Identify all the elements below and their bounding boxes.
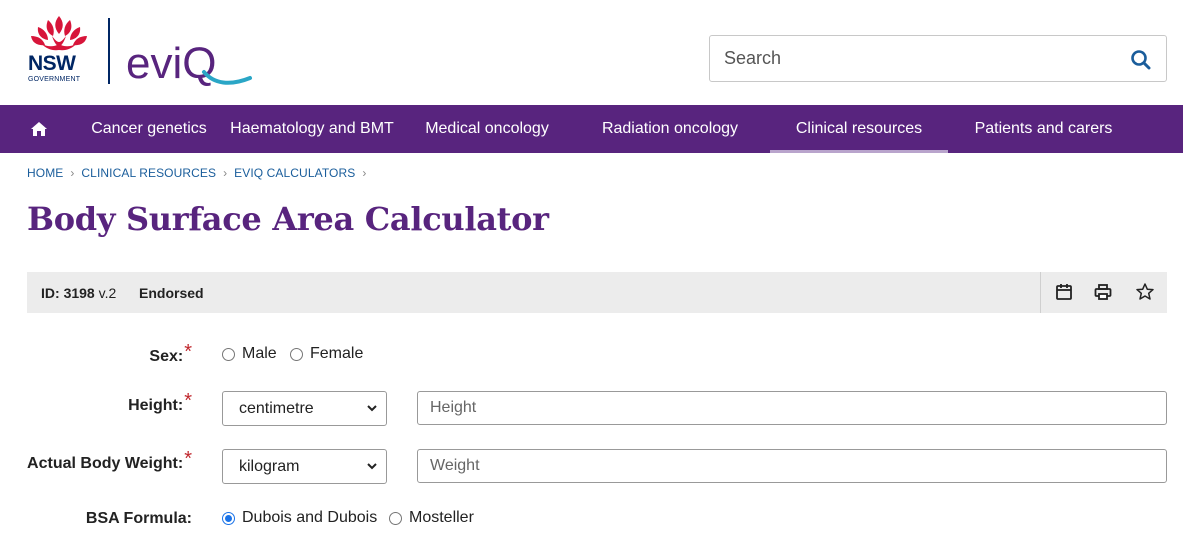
weight-input[interactable] [417, 449, 1167, 483]
nsw-wordmark: NSW [28, 52, 76, 75]
radio-circle[interactable] [389, 511, 402, 525]
eviq-logo-text: eviQ [126, 39, 216, 88]
document-version: v.2 [98, 285, 117, 301]
nav-item-clinical-resources[interactable]: Clinical resources [770, 105, 948, 153]
nav-item-patients-carers[interactable]: Patients and carers [948, 105, 1139, 153]
chevron-right-icon: › [70, 166, 75, 180]
nav-home-button[interactable] [0, 105, 78, 153]
logo-divider [108, 18, 110, 84]
nav-item-haematology-bmt[interactable]: Haematology and BMT [220, 105, 404, 153]
nav-item-cancer-genetics[interactable]: Cancer genetics [78, 105, 220, 153]
nav-item-medical-oncology[interactable]: Medical oncology [404, 105, 570, 153]
required-marker: * [184, 448, 192, 470]
sex-female-label: Female [310, 345, 364, 362]
government-wordmark: GOVERNMENT [28, 76, 81, 83]
page-title: Body Surface Area Calculator [27, 200, 549, 238]
sex-male-label: Male [242, 345, 277, 362]
bsa-formula-label: BSA Formula: [85, 510, 192, 527]
sex-label-text: Sex: [149, 348, 184, 365]
bsa-mosteller-label: Mosteller [409, 509, 474, 526]
height-label-text: Height: [128, 397, 184, 414]
weight-unit-select[interactable]: kilogram [222, 449, 387, 484]
radio-circle-checked[interactable] [222, 511, 235, 525]
calendar-icon[interactable] [1054, 282, 1074, 302]
breadcrumb-clinical-resources-link[interactable]: CLINICAL RESOURCES [81, 166, 216, 180]
radio-circle[interactable] [222, 347, 235, 361]
bsa-dubois-radio[interactable]: Dubois and Dubois [222, 509, 377, 527]
chevron-right-icon: › [223, 166, 228, 180]
height-unit-select[interactable]: centimetre [222, 391, 387, 426]
weight-unit-value: kilogram [239, 457, 300, 475]
bsa-dubois-label: Dubois and Dubois [242, 509, 378, 526]
search-box [709, 35, 1167, 82]
weight-label: Actual Body Weight:* [27, 448, 192, 474]
breadcrumb-eviq-calculators-link[interactable]: EVIQ CALCULATORS [234, 166, 355, 180]
chevron-down-icon [367, 463, 377, 470]
bsa-mosteller-radio[interactable]: Mosteller [389, 509, 474, 527]
star-icon[interactable] [1135, 282, 1155, 302]
document-id: ID: 3198 v.2 [41, 285, 116, 301]
breadcrumb: HOME › CLINICAL RESOURCES › EVIQ CALCULA… [27, 166, 373, 180]
sex-label: Sex:* [149, 341, 192, 367]
eviq-logo[interactable]: eviQ [126, 32, 256, 88]
print-icon[interactable] [1093, 282, 1113, 302]
chevron-down-icon [367, 405, 377, 412]
chevron-right-icon: › [362, 166, 367, 180]
sex-female-radio[interactable]: Female [290, 345, 363, 363]
required-marker: * [184, 390, 192, 412]
height-unit-value: centimetre [239, 399, 314, 417]
document-id-value: 3198 [63, 285, 95, 301]
nav-item-radiation-oncology[interactable]: Radiation oncology [570, 105, 770, 153]
sex-male-radio[interactable]: Male [222, 345, 277, 363]
main-nav: Cancer genetics Haematology and BMT Medi… [0, 105, 1183, 153]
search-icon[interactable] [1130, 49, 1152, 71]
site-header: NSW GOVERNMENT eviQ [0, 0, 1183, 105]
weight-label-text: Actual Body Weight: [27, 455, 184, 472]
search-input[interactable] [710, 36, 1100, 81]
required-marker: * [184, 341, 192, 363]
document-info-bar: ID: 3198 v.2 Endorsed [27, 272, 1167, 313]
radio-circle[interactable] [290, 347, 303, 361]
toolbar-divider [1040, 272, 1041, 313]
home-icon [31, 122, 47, 136]
height-label: Height:* [128, 390, 192, 416]
document-id-label: ID: [41, 285, 60, 301]
height-input[interactable] [417, 391, 1167, 425]
breadcrumb-home-link[interactable]: HOME [27, 166, 63, 180]
status-badge: Endorsed [139, 285, 204, 301]
